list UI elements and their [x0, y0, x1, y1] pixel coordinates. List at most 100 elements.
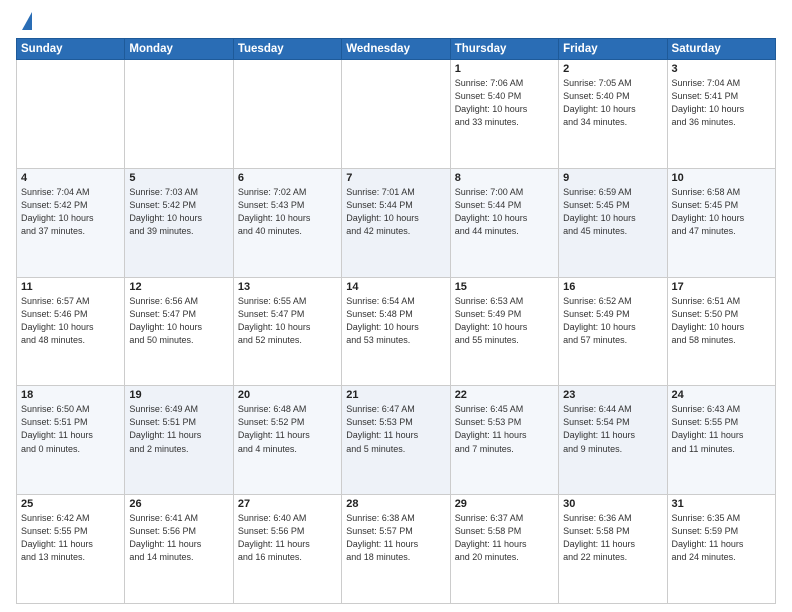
weekday-header-sunday: Sunday	[17, 39, 125, 60]
calendar-cell: 22 Sunrise: 6:45 AM Sunset: 5:53 PM Dayli…	[450, 386, 558, 495]
calendar-cell: 24 Sunrise: 6:43 AM Sunset: 5:55 PM Dayli…	[667, 386, 775, 495]
logo-triangle-icon	[22, 12, 32, 30]
calendar-cell: 16 Sunrise: 6:52 AM Sunset: 5:49 PM Dayli…	[559, 277, 667, 386]
calendar-cell: 25 Sunrise: 6:42 AM Sunset: 5:55 PM Dayli…	[17, 495, 125, 604]
calendar-cell: 19Sunrise: 6:49 AM Sunset: 5:51 PM Dayli…	[125, 386, 233, 495]
header	[16, 12, 776, 30]
calendar-cell: 20 Sunrise: 6:48 AM Sunset: 5:52 PM Dayli…	[233, 386, 341, 495]
weekday-header-monday: Monday	[125, 39, 233, 60]
day-number: 3	[672, 63, 771, 75]
day-info: Sunrise: 6:58 AM Sunset: 5:45 PM Dayligh…	[672, 186, 771, 238]
week-row-3: 11Sunrise: 6:57 AM Sunset: 5:46 PM Dayli…	[17, 277, 776, 386]
day-number: 18	[21, 389, 120, 401]
weekday-header-friday: Friday	[559, 39, 667, 60]
calendar-page: SundayMondayTuesdayWednesdayThursdayFrid…	[0, 0, 792, 612]
day-number: 22	[455, 389, 554, 401]
day-info: Sunrise: 6:54 AM Sunset: 5:48 PM Dayligh…	[346, 295, 445, 347]
day-info: Sunrise: 7:04 AM Sunset: 5:41 PM Dayligh…	[672, 77, 771, 129]
week-row-1: 1Sunrise: 7:06 AM Sunset: 5:40 PM Daylig…	[17, 60, 776, 169]
day-info: Sunrise: 6:50 AM Sunset: 5:51 PM Dayligh…	[21, 403, 120, 455]
day-number: 29	[455, 498, 554, 510]
day-number: 7	[346, 172, 445, 184]
day-info: Sunrise: 6:37 AM Sunset: 5:58 PM Dayligh…	[455, 512, 554, 564]
calendar-cell: 9 Sunrise: 6:59 AM Sunset: 5:45 PM Daylig…	[559, 168, 667, 277]
day-info: Sunrise: 7:04 AM Sunset: 5:42 PM Dayligh…	[21, 186, 120, 238]
day-info: Sunrise: 6:40 AM Sunset: 5:56 PM Dayligh…	[238, 512, 337, 564]
calendar-cell: 13Sunrise: 6:55 AM Sunset: 5:47 PM Dayli…	[233, 277, 341, 386]
day-info: Sunrise: 6:57 AM Sunset: 5:46 PM Dayligh…	[21, 295, 120, 347]
day-info: Sunrise: 6:51 AM Sunset: 5:50 PM Dayligh…	[672, 295, 771, 347]
weekday-header-saturday: Saturday	[667, 39, 775, 60]
day-info: Sunrise: 6:59 AM Sunset: 5:45 PM Dayligh…	[563, 186, 662, 238]
calendar-cell	[125, 60, 233, 169]
calendar-cell: 4 Sunrise: 7:04 AM Sunset: 5:42 PM Daylig…	[17, 168, 125, 277]
day-info: Sunrise: 6:49 AM Sunset: 5:51 PM Dayligh…	[129, 403, 228, 455]
calendar-cell	[17, 60, 125, 169]
calendar-table: SundayMondayTuesdayWednesdayThursdayFrid…	[16, 38, 776, 604]
day-info: Sunrise: 6:41 AM Sunset: 5:56 PM Dayligh…	[129, 512, 228, 564]
day-info: Sunrise: 6:48 AM Sunset: 5:52 PM Dayligh…	[238, 403, 337, 455]
day-number: 6	[238, 172, 337, 184]
calendar-cell: 21 Sunrise: 6:47 AM Sunset: 5:53 PM Dayli…	[342, 386, 450, 495]
day-number: 23	[563, 389, 662, 401]
day-number: 2	[563, 63, 662, 75]
weekday-header-tuesday: Tuesday	[233, 39, 341, 60]
day-number: 26	[129, 498, 228, 510]
day-number: 14	[346, 281, 445, 293]
day-info: Sunrise: 6:38 AM Sunset: 5:57 PM Dayligh…	[346, 512, 445, 564]
calendar-cell: 14 Sunrise: 6:54 AM Sunset: 5:48 PM Dayli…	[342, 277, 450, 386]
day-number: 1	[455, 63, 554, 75]
day-number: 10	[672, 172, 771, 184]
day-info: Sunrise: 6:36 AM Sunset: 5:58 PM Dayligh…	[563, 512, 662, 564]
day-info: Sunrise: 7:05 AM Sunset: 5:40 PM Dayligh…	[563, 77, 662, 129]
day-number: 25	[21, 498, 120, 510]
calendar-cell	[233, 60, 341, 169]
week-row-5: 25 Sunrise: 6:42 AM Sunset: 5:55 PM Dayli…	[17, 495, 776, 604]
day-info: Sunrise: 6:44 AM Sunset: 5:54 PM Dayligh…	[563, 403, 662, 455]
calendar-cell: 12 Sunrise: 6:56 AM Sunset: 5:47 PM Dayli…	[125, 277, 233, 386]
day-number: 17	[672, 281, 771, 293]
day-number: 21	[346, 389, 445, 401]
day-number: 9	[563, 172, 662, 184]
calendar-cell: 29 Sunrise: 6:37 AM Sunset: 5:58 PM Dayli…	[450, 495, 558, 604]
day-info: Sunrise: 6:53 AM Sunset: 5:49 PM Dayligh…	[455, 295, 554, 347]
day-number: 24	[672, 389, 771, 401]
calendar-cell: 31 Sunrise: 6:35 AM Sunset: 5:59 PM Dayli…	[667, 495, 775, 604]
day-info: Sunrise: 6:43 AM Sunset: 5:55 PM Dayligh…	[672, 403, 771, 455]
day-info: Sunrise: 6:42 AM Sunset: 5:55 PM Dayligh…	[21, 512, 120, 564]
day-info: Sunrise: 6:45 AM Sunset: 5:53 PM Dayligh…	[455, 403, 554, 455]
weekday-header-wednesday: Wednesday	[342, 39, 450, 60]
day-info: Sunrise: 7:00 AM Sunset: 5:44 PM Dayligh…	[455, 186, 554, 238]
day-info: Sunrise: 6:52 AM Sunset: 5:49 PM Dayligh…	[563, 295, 662, 347]
calendar-cell	[342, 60, 450, 169]
calendar-cell: 2 Sunrise: 7:05 AM Sunset: 5:40 PM Daylig…	[559, 60, 667, 169]
day-info: Sunrise: 6:55 AM Sunset: 5:47 PM Dayligh…	[238, 295, 337, 347]
calendar-cell: 15 Sunrise: 6:53 AM Sunset: 5:49 PM Dayli…	[450, 277, 558, 386]
day-number: 15	[455, 281, 554, 293]
day-number: 4	[21, 172, 120, 184]
day-number: 5	[129, 172, 228, 184]
calendar-cell: 30 Sunrise: 6:36 AM Sunset: 5:58 PM Dayli…	[559, 495, 667, 604]
calendar-cell: 23 Sunrise: 6:44 AM Sunset: 5:54 PM Dayli…	[559, 386, 667, 495]
day-info: Sunrise: 7:02 AM Sunset: 5:43 PM Dayligh…	[238, 186, 337, 238]
day-number: 30	[563, 498, 662, 510]
calendar-cell: 27 Sunrise: 6:40 AM Sunset: 5:56 PM Dayli…	[233, 495, 341, 604]
day-number: 16	[563, 281, 662, 293]
day-info: Sunrise: 6:47 AM Sunset: 5:53 PM Dayligh…	[346, 403, 445, 455]
day-number: 20	[238, 389, 337, 401]
day-number: 31	[672, 498, 771, 510]
day-info: Sunrise: 6:56 AM Sunset: 5:47 PM Dayligh…	[129, 295, 228, 347]
week-row-4: 18 Sunrise: 6:50 AM Sunset: 5:51 PM Dayli…	[17, 386, 776, 495]
calendar-cell: 18 Sunrise: 6:50 AM Sunset: 5:51 PM Dayli…	[17, 386, 125, 495]
week-row-2: 4 Sunrise: 7:04 AM Sunset: 5:42 PM Daylig…	[17, 168, 776, 277]
calendar-cell: 26 Sunrise: 6:41 AM Sunset: 5:56 PM Dayli…	[125, 495, 233, 604]
calendar-cell: 7Sunrise: 7:01 AM Sunset: 5:44 PM Daylig…	[342, 168, 450, 277]
day-number: 28	[346, 498, 445, 510]
calendar-cell: 1Sunrise: 7:06 AM Sunset: 5:40 PM Daylig…	[450, 60, 558, 169]
day-number: 27	[238, 498, 337, 510]
day-number: 12	[129, 281, 228, 293]
logo	[16, 12, 32, 30]
calendar-cell: 8 Sunrise: 7:00 AM Sunset: 5:44 PM Daylig…	[450, 168, 558, 277]
day-info: Sunrise: 6:35 AM Sunset: 5:59 PM Dayligh…	[672, 512, 771, 564]
day-number: 8	[455, 172, 554, 184]
